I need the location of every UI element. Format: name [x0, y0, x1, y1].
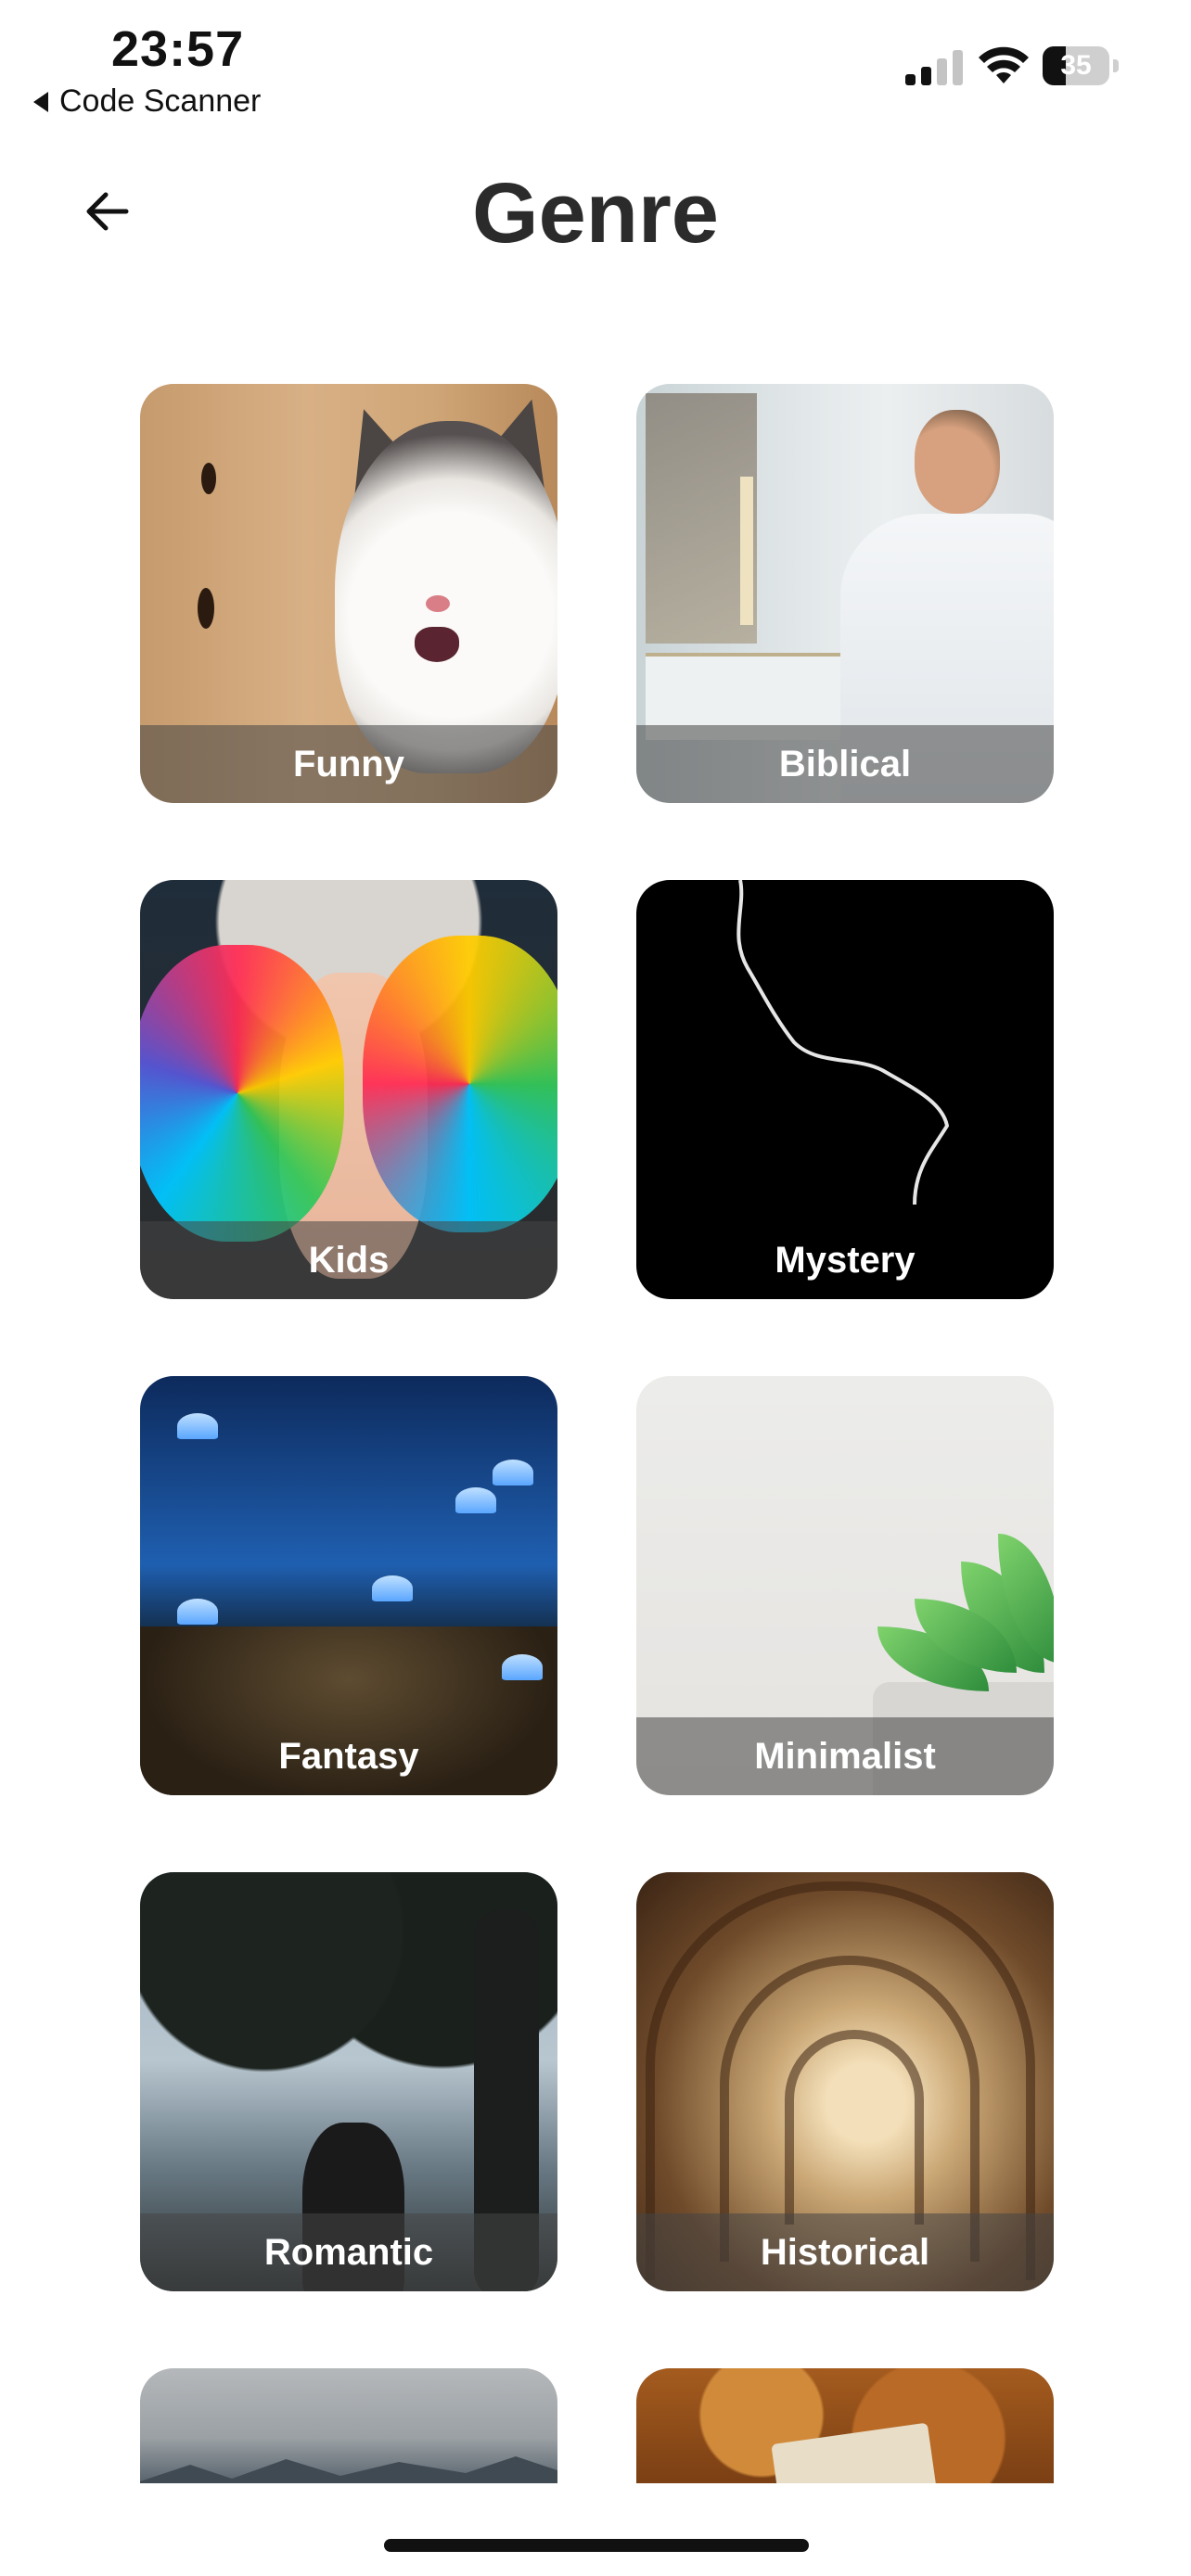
genre-label: Fantasy	[278, 1736, 419, 1777]
genre-tile-mystery[interactable]: Mystery	[636, 880, 1054, 1299]
genre-screen: 23:57 Code Scanner 35 Genre Funny Biblic…	[0, 0, 1191, 2576]
genre-tile-funny[interactable]: Funny	[140, 384, 557, 803]
genre-tile-biblical[interactable]: Biblical	[636, 384, 1054, 803]
genre-tile-partial[interactable]	[140, 2368, 557, 2483]
genre-label: Historical	[760, 2232, 930, 2273]
genre-tile-romantic[interactable]: Romantic	[140, 1872, 557, 2291]
home-indicator[interactable]	[384, 2539, 809, 2552]
genre-label: Minimalist	[754, 1736, 936, 1777]
genre-tile-fantasy[interactable]: Fantasy	[140, 1376, 557, 1795]
book-leaves-photo	[636, 2368, 1054, 2483]
genre-tile-partial[interactable]	[636, 2368, 1054, 2483]
genre-label: Romantic	[263, 2232, 434, 2273]
genre-tile-historical[interactable]: Historical	[636, 1872, 1054, 2291]
genre-grid: Funny Biblical Kids Mystery Fantasy Mini…	[0, 0, 1191, 2483]
genre-tile-kids[interactable]: Kids	[140, 880, 557, 1299]
genre-label: Funny	[293, 744, 404, 784]
genre-label: Biblical	[778, 744, 912, 784]
genre-label: Mystery	[775, 1240, 916, 1281]
mountain-photo	[140, 2368, 557, 2483]
genre-label: Kids	[308, 1240, 390, 1281]
genre-tile-minimalist[interactable]: Minimalist	[636, 1376, 1054, 1795]
